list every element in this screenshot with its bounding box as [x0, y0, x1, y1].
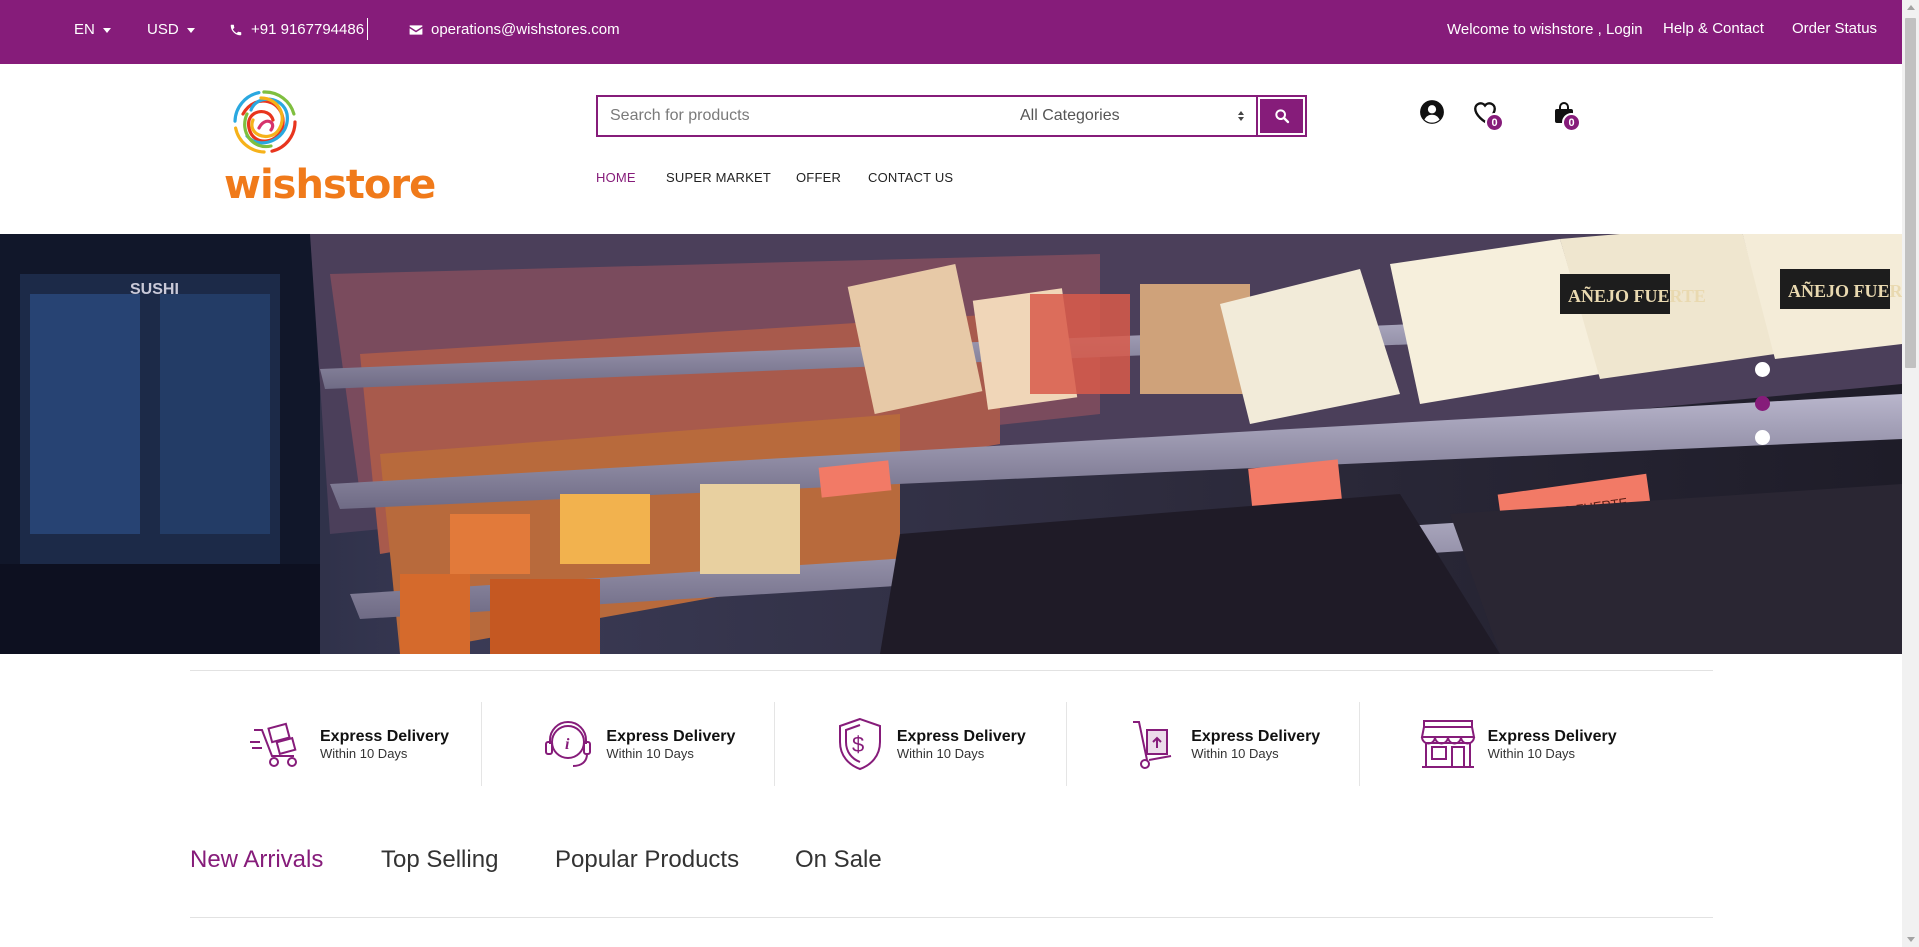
feature-subtitle: Within 10 Days — [320, 746, 408, 761]
search-icon — [1274, 109, 1289, 124]
phone-number: +91 9167794486 — [251, 21, 365, 38]
slide-dot-1[interactable] — [1755, 362, 1770, 377]
tab-new-arrivals[interactable]: New Arrivals — [190, 846, 323, 874]
feature-title: Express Delivery — [1487, 728, 1617, 745]
feature-item: Express Delivery Within 10 Days — [1360, 702, 1652, 786]
feature-item: $ Express Delivery Within 10 Days — [775, 702, 1068, 786]
tab-on-sale[interactable]: On Sale — [795, 846, 882, 874]
nav-contact-us[interactable]: CONTACT US — [868, 170, 953, 185]
currency-label: USD — [147, 21, 179, 38]
feature-subtitle: Within 10 Days — [606, 746, 694, 761]
divider — [190, 670, 1713, 671]
feature-title: Express Delivery — [320, 728, 449, 745]
feature-item: i Express Delivery Within 10 Days — [482, 702, 775, 786]
site-logo[interactable]: wishstore — [222, 84, 444, 208]
scrollbar-thumb[interactable] — [1905, 18, 1916, 368]
order-status-label: Order Status — [1792, 20, 1878, 37]
logo-swirl-icon: wishstore — [224, 90, 436, 208]
cart-count-badge: 0 — [1562, 113, 1581, 132]
login-link[interactable]: Welcome to wishstore , Login — [1447, 21, 1643, 39]
nav-offer[interactable]: OFFER — [796, 170, 841, 185]
supermarket-shelf-image: SUSHI AÑEJO FUERTE AÑEJO FUERTE QUESO FU… — [0, 234, 1902, 654]
user-circle-icon — [1420, 100, 1444, 124]
chevron-down-icon — [186, 27, 195, 33]
tab-popular-products[interactable]: Popular Products — [555, 846, 739, 874]
order-status-link[interactable]: Order Status — [1792, 20, 1877, 38]
svg-text:$: $ — [852, 732, 864, 757]
welcome-text: Welcome to wishstore , Login — [1447, 21, 1643, 38]
currency-selector[interactable]: USD — [147, 21, 195, 39]
top-bar: EN USD +91 9167794486 operations@wishsto… — [0, 0, 1902, 64]
cart-button[interactable]: 0 — [1553, 101, 1581, 132]
page-scrollbar[interactable] — [1902, 0, 1919, 947]
slide-dot-3[interactable] — [1755, 430, 1770, 445]
scroll-down-icon[interactable] — [1907, 937, 1915, 942]
wishlist-button[interactable]: 0 — [1472, 100, 1504, 132]
wishlist-count-badge: 0 — [1485, 113, 1504, 132]
account-button[interactable] — [1419, 99, 1445, 130]
feature-title: Express Delivery — [606, 728, 736, 745]
search-button[interactable] — [1260, 99, 1303, 133]
divider — [190, 917, 1713, 918]
logo-text: wishstore — [224, 162, 435, 204]
feature-title: Express Delivery — [896, 728, 1026, 745]
language-selector[interactable]: EN — [74, 21, 111, 39]
nav-super-market[interactable]: SUPER MARKET — [666, 170, 771, 185]
category-select[interactable]: All Categories — [1008, 97, 1258, 135]
search-bar: All Categories — [596, 95, 1307, 137]
hero-banner[interactable]: SUSHI AÑEJO FUERTE AÑEJO FUERTE QUESO FU… — [0, 234, 1902, 654]
info-headset-icon: i — [545, 721, 592, 767]
storefront-icon — [1420, 720, 1475, 768]
email-link[interactable]: operations@wishstores.com — [409, 21, 620, 39]
feature-title: Express Delivery — [1191, 728, 1321, 745]
feature-item: Express Delivery Within 10 Days — [190, 702, 483, 786]
select-arrows-icon — [1238, 111, 1244, 121]
feature-subtitle: Within 10 Days — [1487, 746, 1576, 761]
shelf-label-sushi: SUSHI — [130, 281, 179, 298]
hand-truck-icon — [1133, 721, 1172, 769]
nav-home[interactable]: HOME — [596, 170, 636, 185]
envelope-icon — [409, 25, 423, 35]
chevron-down-icon — [102, 27, 111, 33]
svg-text:i: i — [565, 736, 570, 753]
shelf-label-anejo-2: AÑEJO FUERTE — [1788, 280, 1902, 301]
help-contact-label: Help & Contact — [1663, 20, 1764, 37]
divider — [367, 18, 368, 40]
email-address: operations@wishstores.com — [431, 21, 620, 38]
feature-subtitle: Within 10 Days — [896, 746, 985, 761]
scroll-up-icon[interactable] — [1907, 5, 1915, 10]
phone-icon — [230, 24, 242, 36]
category-selected: All Categories — [1020, 107, 1120, 124]
search-input[interactable] — [598, 97, 1008, 135]
tab-top-selling[interactable]: Top Selling — [381, 846, 498, 874]
features-strip: Express Delivery Within 10 Days i Express… — [190, 702, 1652, 786]
feature-subtitle: Within 10 Days — [1191, 746, 1279, 761]
help-contact-link[interactable]: Help & Contact — [1663, 20, 1764, 38]
shelf-label-anejo-1: AÑEJO FUERTE — [1568, 285, 1706, 306]
dollar-shield-icon: $ — [838, 717, 881, 771]
slide-dot-2[interactable] — [1755, 396, 1770, 411]
language-label: EN — [74, 21, 95, 38]
phone-link[interactable]: +91 9167794486 — [229, 21, 364, 39]
delivery-cart-icon — [250, 722, 297, 767]
feature-item: Express Delivery Within 10 Days — [1067, 702, 1360, 786]
